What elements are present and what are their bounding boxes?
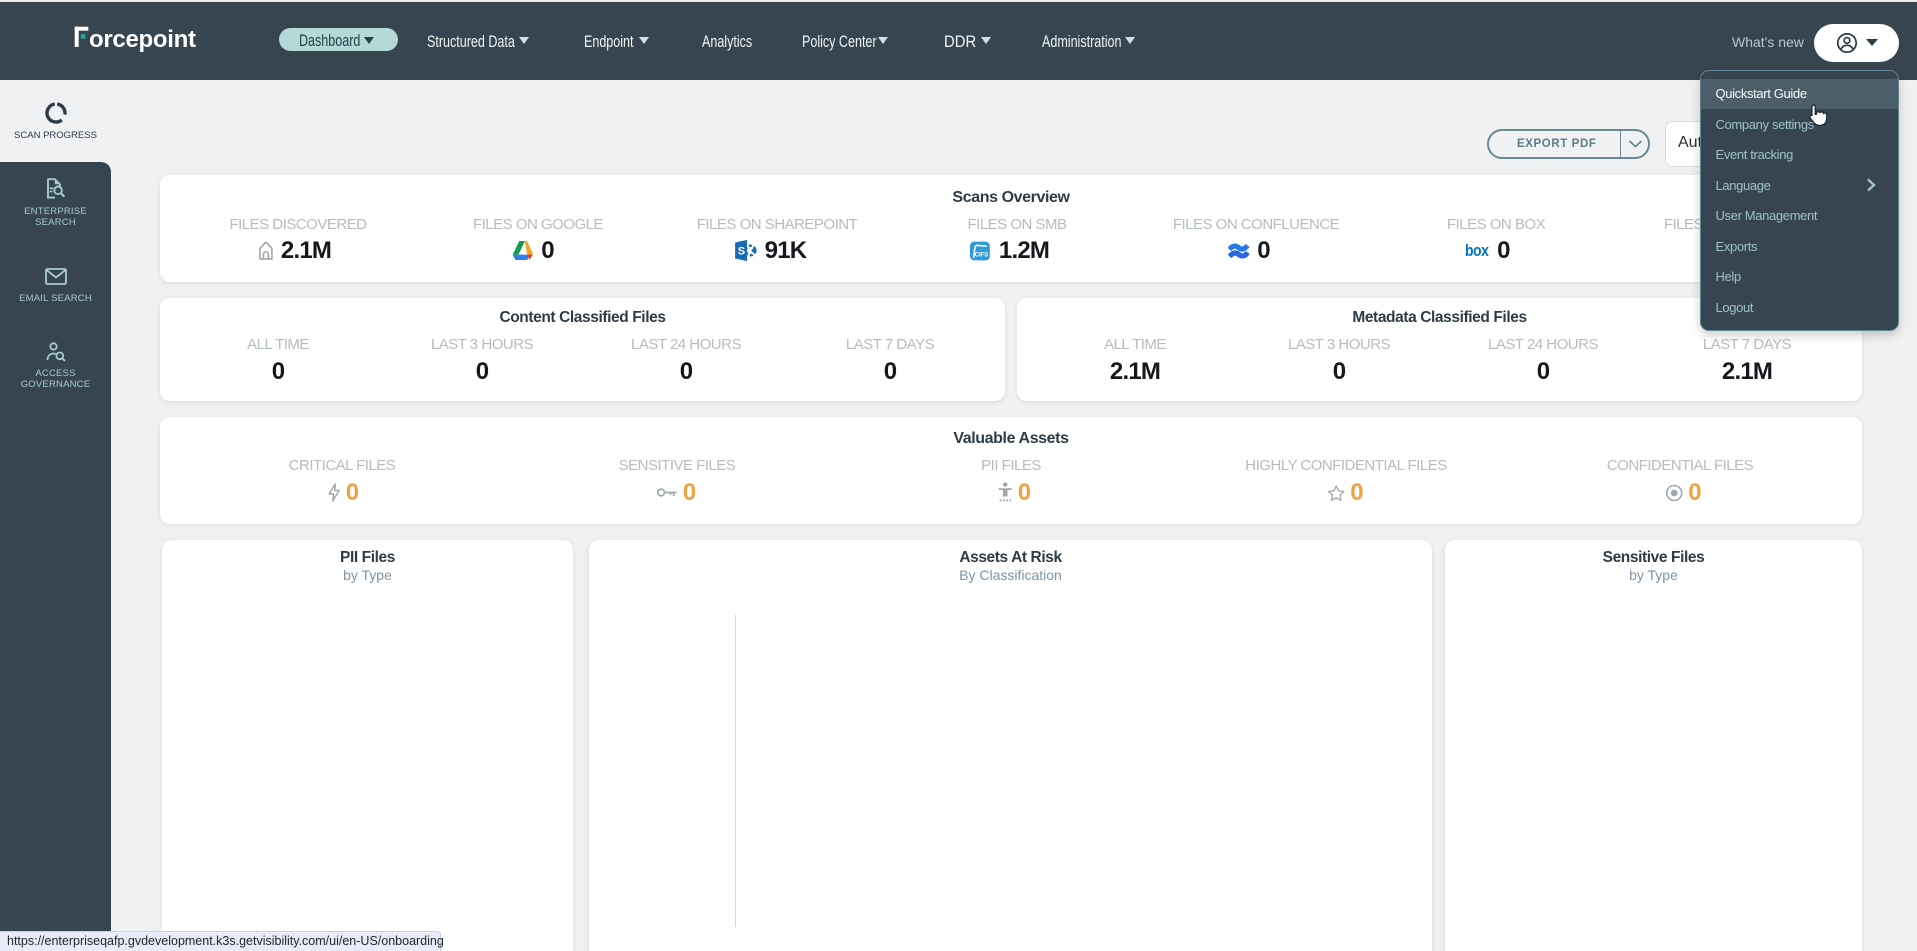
svg-text:S: S xyxy=(738,246,745,258)
svg-text:CIFS: CIFS xyxy=(975,251,988,258)
